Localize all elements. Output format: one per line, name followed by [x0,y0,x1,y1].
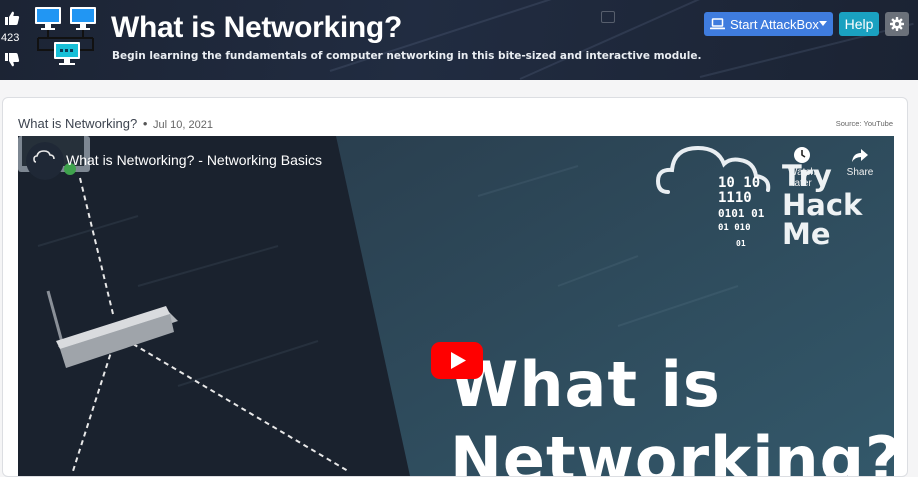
logo-text: Hack [782,188,863,222]
thumbs-up-icon[interactable] [4,10,20,26]
thumbs-down-icon[interactable] [4,52,20,68]
meta-separator: • [142,116,148,131]
room-header: 423 What is Networking? Begin learning t… [0,0,918,80]
vote-count: 423 [1,32,20,44]
network-computers-icon [35,7,96,65]
copy-icon [601,11,615,23]
logo-text: Me [782,217,831,251]
chevron-down-icon[interactable] [819,21,827,26]
binary-row: 0101 01 [718,207,765,220]
help-button[interactable]: Help [839,12,879,36]
vote-panel: 423 [0,0,26,80]
start-attackbox-label: Start AttackBox [730,16,819,32]
binary-row: 10 10 [718,175,761,191]
binary-decoration: 10 10 1110 0101 01 01 010 01 [718,176,764,251]
tryhackme-logo: Try Hack Me [782,162,862,249]
task-card: What is Networking? • Jul 10, 2021 Sourc… [2,97,908,477]
youtube-embed[interactable]: What is Networking? - Networking Basics … [18,136,894,476]
thumbnail-heading: Networking? [450,423,894,476]
start-attackbox-button[interactable]: Start AttackBox [704,12,833,36]
thumbnail-heading: What is [450,348,721,421]
video-date: Jul 10, 2021 [153,119,213,131]
youtube-play-icon[interactable] [431,342,483,379]
gear-icon [890,17,904,31]
room-subtitle: Begin learning the fundamentals of compu… [112,50,702,62]
binary-row: 1110 [718,190,752,206]
video-heading: What is Networking? [18,116,138,131]
video-source: Source: YouTube [835,119,893,128]
room-title: What is Networking? [111,11,402,44]
channel-avatar[interactable] [26,142,64,180]
video-title[interactable]: What is Networking? - Networking Basics [66,152,322,168]
binary-row: 01 010 [718,223,751,233]
video-meta: What is Networking? • Jul 10, 2021 [18,116,213,131]
binary-row: 01 [736,239,746,248]
laptop-icon [710,18,725,30]
settings-button[interactable] [885,12,909,36]
logo-text: Try [782,159,832,193]
